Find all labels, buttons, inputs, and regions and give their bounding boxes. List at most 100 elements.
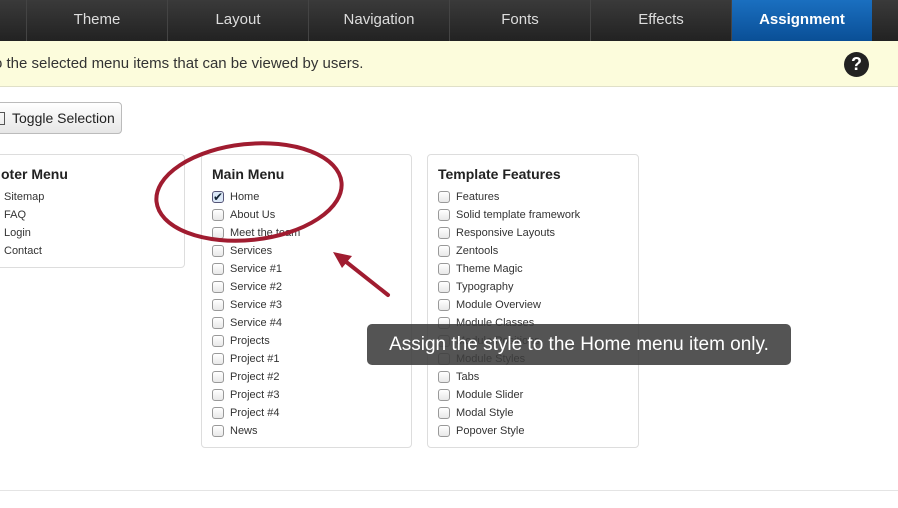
panel-title: Main Menu bbox=[212, 166, 285, 182]
item-label: Services bbox=[230, 245, 273, 257]
list-item[interactable]: Module Slider bbox=[428, 386, 638, 404]
list-item[interactable]: Popover Style bbox=[428, 422, 638, 440]
checkbox[interactable] bbox=[438, 191, 450, 203]
item-label: Project #2 bbox=[230, 371, 280, 383]
list-item[interactable]: Service #1 bbox=[202, 260, 411, 278]
item-label: Project #1 bbox=[230, 353, 280, 365]
item-label: Project #3 bbox=[230, 389, 280, 401]
checkbox[interactable] bbox=[438, 425, 450, 437]
item-label: Service #3 bbox=[230, 299, 282, 311]
list-item[interactable]: Modal Style bbox=[428, 404, 638, 422]
checkbox[interactable] bbox=[438, 389, 450, 401]
item-label: About Us bbox=[230, 209, 276, 221]
list-item[interactable]: News bbox=[202, 422, 411, 440]
checkbox[interactable] bbox=[438, 371, 450, 383]
checkbox[interactable] bbox=[438, 299, 450, 311]
checkbox[interactable] bbox=[212, 245, 224, 257]
item-label: Home bbox=[230, 191, 260, 203]
checkbox[interactable] bbox=[212, 188, 224, 206]
list-item[interactable]: Service #3 bbox=[202, 296, 411, 314]
caption-tooltip: Assign the style to the Home menu item o… bbox=[367, 324, 791, 365]
checkbox[interactable] bbox=[212, 371, 224, 383]
list-item[interactable]: Tabs bbox=[428, 368, 638, 386]
checkbox[interactable] bbox=[212, 281, 224, 293]
item-label: Contact bbox=[4, 245, 42, 257]
item-label: Theme Magic bbox=[456, 263, 523, 275]
item-label: Service #2 bbox=[230, 281, 282, 293]
tab-fonts[interactable]: Fonts bbox=[449, 0, 590, 41]
checkbox[interactable] bbox=[212, 353, 224, 365]
help-icon[interactable]: ? bbox=[844, 52, 869, 77]
checkbox[interactable] bbox=[438, 245, 450, 257]
list-item[interactable]: Project #3 bbox=[202, 386, 411, 404]
tab-bar: Theme Layout Navigation Fonts Effects As… bbox=[0, 0, 898, 41]
list-item[interactable]: Service #2 bbox=[202, 278, 411, 296]
checkbox[interactable] bbox=[438, 281, 450, 293]
item-label: Sitemap bbox=[4, 191, 45, 203]
checkbox[interactable] bbox=[212, 407, 224, 419]
list-item[interactable]: Home bbox=[202, 188, 411, 206]
list-item[interactable]: Sitemap bbox=[1, 188, 184, 206]
item-label: Solid template framework bbox=[456, 209, 581, 221]
list-item[interactable]: Services bbox=[202, 242, 411, 260]
toggle-selection-label: Toggle Selection bbox=[12, 110, 115, 126]
checkbox[interactable] bbox=[212, 209, 224, 221]
panel-title: oter Menu bbox=[1, 166, 68, 182]
panel-title: Template Features bbox=[438, 166, 561, 182]
item-label: Module Slider bbox=[456, 389, 524, 401]
list-item[interactable]: About Us bbox=[202, 206, 411, 224]
item-label: Service #4 bbox=[230, 317, 282, 329]
notice-bar: o the selected menu items that can be vi… bbox=[0, 41, 898, 87]
checkbox[interactable] bbox=[212, 389, 224, 401]
checkbox[interactable] bbox=[438, 407, 450, 419]
tab-theme[interactable]: Theme bbox=[26, 0, 167, 41]
item-label: FAQ bbox=[4, 209, 27, 221]
checkbox[interactable] bbox=[438, 209, 450, 221]
item-label: Service #1 bbox=[230, 263, 282, 275]
checkbox[interactable] bbox=[212, 317, 224, 329]
item-label: Modal Style bbox=[456, 407, 514, 419]
checkbox[interactable] bbox=[212, 299, 224, 311]
checkbox[interactable] bbox=[212, 227, 224, 239]
list-item[interactable]: Project #4 bbox=[202, 404, 411, 422]
item-label: Login bbox=[4, 227, 31, 239]
checkbox[interactable] bbox=[212, 263, 224, 275]
checkbox[interactable] bbox=[212, 425, 224, 437]
tab-navigation[interactable]: Navigation bbox=[308, 0, 449, 41]
list-item[interactable]: Features bbox=[428, 188, 638, 206]
checkbox-icon bbox=[0, 112, 5, 125]
toggle-selection-button[interactable]: Toggle Selection bbox=[0, 102, 122, 134]
list-item[interactable]: Meet the team bbox=[202, 224, 411, 242]
list-item[interactable]: Project #2 bbox=[202, 368, 411, 386]
list-item[interactable]: Solid template framework bbox=[428, 206, 638, 224]
footer-menu-panel: oter Menu Sitemap FAQ Login Contact bbox=[0, 154, 185, 268]
template-features-panel: Template Features Features Solid template… bbox=[427, 154, 639, 448]
checkbox[interactable] bbox=[212, 335, 224, 347]
checkbox[interactable] bbox=[438, 227, 450, 239]
item-label: Module Overview bbox=[456, 299, 541, 311]
item-label: Meet the team bbox=[230, 227, 301, 239]
tab-assignment[interactable]: Assignment bbox=[731, 0, 872, 41]
tab-layout[interactable]: Layout bbox=[167, 0, 308, 41]
checkbox[interactable] bbox=[438, 263, 450, 275]
list-item[interactable]: Login bbox=[1, 224, 184, 242]
main-menu-panel: Main Menu Home About Us Meet the team Servi… bbox=[201, 154, 412, 448]
list-item[interactable]: Module Overview bbox=[428, 296, 638, 314]
list-item[interactable]: Theme Magic bbox=[428, 260, 638, 278]
item-label: News bbox=[230, 425, 258, 437]
item-label: Zentools bbox=[456, 245, 499, 257]
list-item[interactable]: Zentools bbox=[428, 242, 638, 260]
list-item[interactable]: FAQ bbox=[1, 206, 184, 224]
item-label: Popover Style bbox=[456, 425, 525, 437]
list-item[interactable]: Responsive Layouts bbox=[428, 224, 638, 242]
tab-effects[interactable]: Effects bbox=[590, 0, 731, 41]
list-item[interactable]: Contact bbox=[1, 242, 184, 260]
item-label: Projects bbox=[230, 335, 270, 347]
list-item[interactable]: Typography bbox=[428, 278, 638, 296]
item-label: Typography bbox=[456, 281, 514, 293]
item-label: Features bbox=[456, 191, 500, 203]
item-label: Project #4 bbox=[230, 407, 280, 419]
divider bbox=[0, 490, 898, 491]
item-label: Responsive Layouts bbox=[456, 227, 556, 239]
item-label: Tabs bbox=[456, 371, 480, 383]
